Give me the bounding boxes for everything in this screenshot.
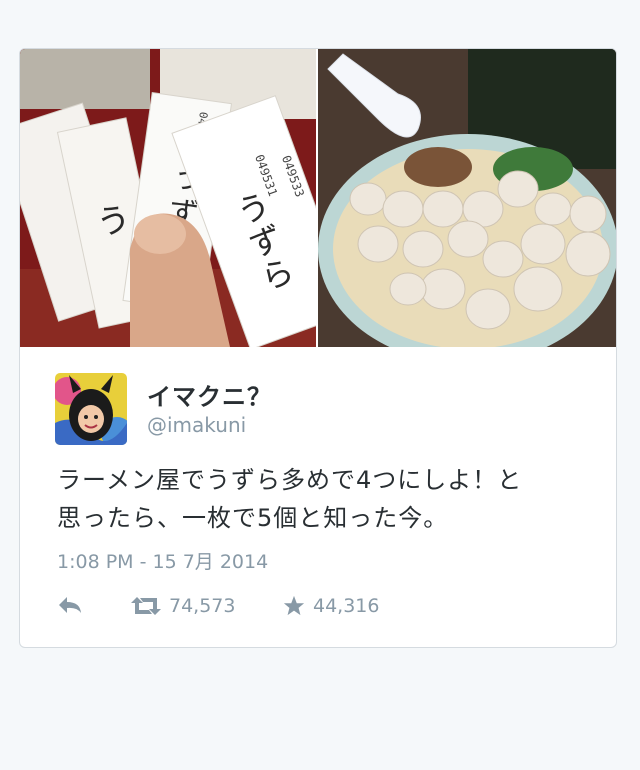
retweet-icon bbox=[131, 597, 161, 615]
star-icon bbox=[283, 595, 305, 616]
meal-tickets-photo[interactable]: う 049528 う ず 049531 049533 う ず ら bbox=[20, 49, 316, 347]
reply-icon bbox=[59, 597, 81, 613]
retweet-button[interactable]: 74,573 bbox=[131, 595, 235, 617]
tweet-text-line-1: ラーメン屋でうずら多めで4つにしよ！と bbox=[57, 466, 523, 494]
favorite-count: 44,316 bbox=[313, 595, 380, 617]
display-name[interactable]: イマクニ？ bbox=[147, 377, 272, 412]
tweet-timestamp[interactable]: 1:08 PM - 15 7月 2014 bbox=[57, 547, 268, 574]
retweet-count: 74,573 bbox=[169, 595, 236, 617]
meal-tickets-illustration: う 049528 う ず 049531 049533 う ず ら bbox=[20, 49, 316, 347]
tweet-text-line-2: 思ったら、一枚で5個と知った今。 bbox=[57, 504, 449, 532]
reply-button[interactable] bbox=[57, 595, 83, 615]
tweet-card: う 049528 う ず 049531 049533 う ず ら bbox=[19, 48, 617, 648]
tweet-text: ラーメン屋でうずら多めで4つにしよ！と 思ったら、一枚で5個と知った今。 bbox=[57, 461, 587, 537]
user-avatar-image bbox=[55, 373, 127, 445]
favorite-button[interactable]: 44,316 bbox=[283, 595, 379, 617]
ramen-photo[interactable] bbox=[318, 49, 616, 347]
avatar[interactable] bbox=[55, 373, 127, 445]
user-handle[interactable]: @imakuni bbox=[147, 413, 246, 437]
ramen-illustration bbox=[318, 49, 616, 347]
tweet-media[interactable]: う 049528 う ず 049531 049533 う ず ら bbox=[20, 49, 616, 347]
